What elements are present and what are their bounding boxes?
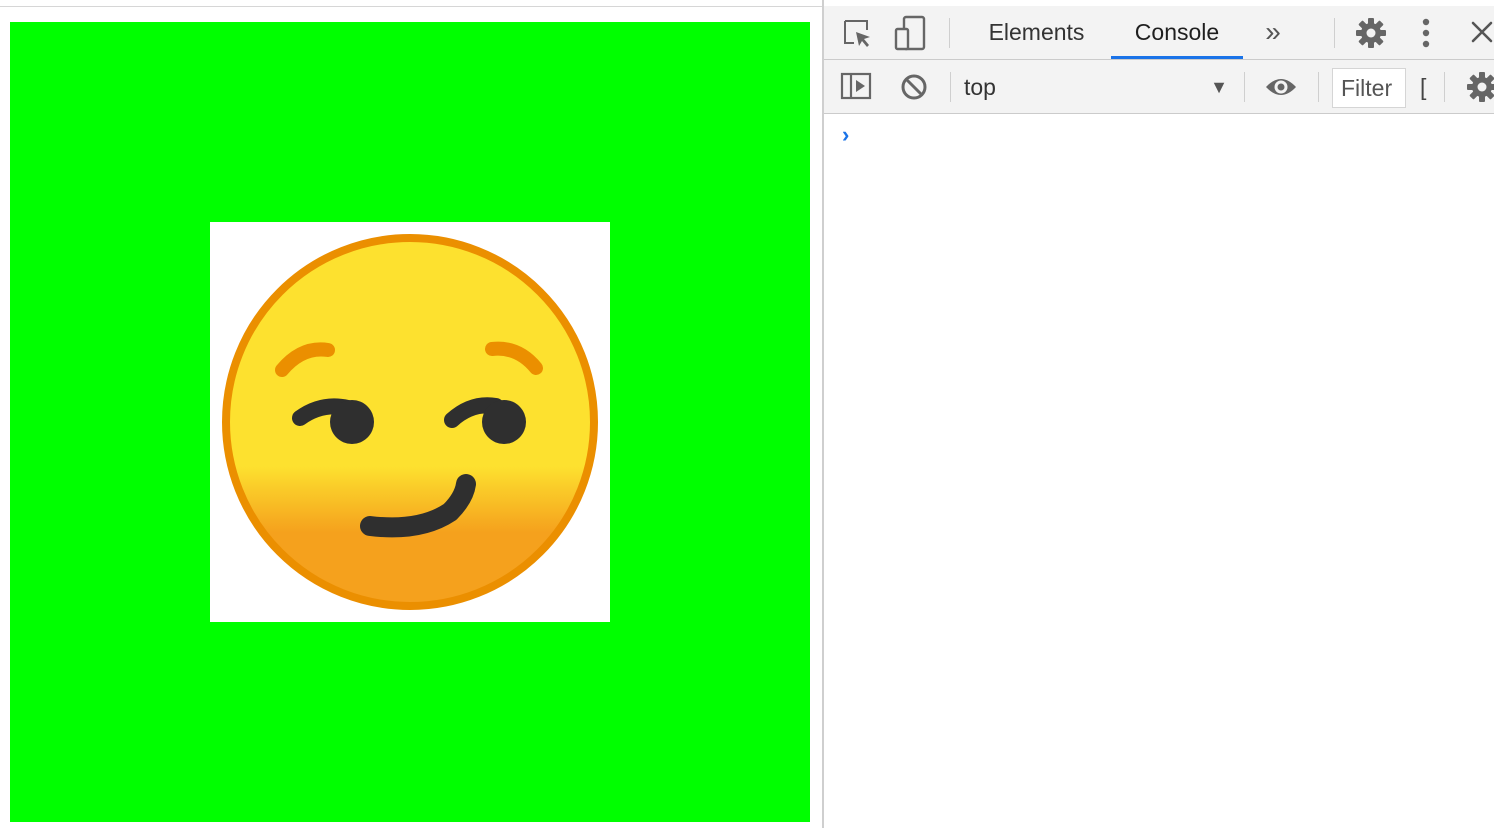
toolbar-separator — [1244, 72, 1245, 102]
tabbar-separator — [1334, 18, 1335, 48]
toolbar-separator — [1318, 72, 1319, 102]
tabbar-separator — [949, 18, 950, 48]
inspect-element-icon[interactable] — [842, 18, 872, 48]
filter-input[interactable]: Filter — [1332, 68, 1406, 108]
default-levels-truncated[interactable]: [ — [1420, 70, 1426, 104]
browser-top-edge — [0, 0, 822, 7]
console-settings-gear-icon[interactable] — [1466, 71, 1494, 103]
screen: Elements Console » top ▼ Filter [› — [0, 0, 1494, 828]
close-icon[interactable] — [1470, 20, 1494, 44]
context-select[interactable]: top ▼ — [964, 68, 1236, 106]
devtools-panel: Elements Console » top ▼ Filter [› — [822, 0, 1494, 828]
more-tabs-button[interactable]: » — [1254, 6, 1292, 59]
dropdown-arrow-icon: ▼ — [1210, 77, 1228, 97]
smirking-face-icon — [222, 234, 598, 610]
gear-icon[interactable] — [1355, 17, 1387, 49]
toolbar-separator — [1444, 72, 1445, 102]
device-toolbar-icon[interactable] — [894, 15, 928, 51]
left-eye — [330, 400, 374, 444]
green-canvas — [10, 22, 810, 822]
tab-elements[interactable]: Elements — [974, 6, 1099, 59]
console-toolbar: top ▼ Filter [ — [824, 60, 1494, 114]
tab-console[interactable]: Console — [1111, 6, 1243, 59]
page-viewport — [0, 7, 822, 828]
console-output[interactable]: › — [824, 114, 1494, 828]
image-frame — [210, 222, 610, 622]
face — [222, 234, 598, 610]
context-select-value: top — [964, 74, 996, 100]
devtools-tab-bar: Elements Console » — [824, 6, 1494, 60]
toolbar-separator — [950, 72, 951, 102]
sidebar-toggle-icon[interactable] — [840, 71, 872, 101]
console-prompt-icon[interactable]: › — [842, 122, 849, 148]
clear-console-icon[interactable] — [900, 73, 928, 101]
vertical-dots-icon[interactable] — [1419, 18, 1433, 48]
live-expression-eye-icon[interactable] — [1264, 74, 1298, 100]
right-eye — [482, 400, 526, 444]
